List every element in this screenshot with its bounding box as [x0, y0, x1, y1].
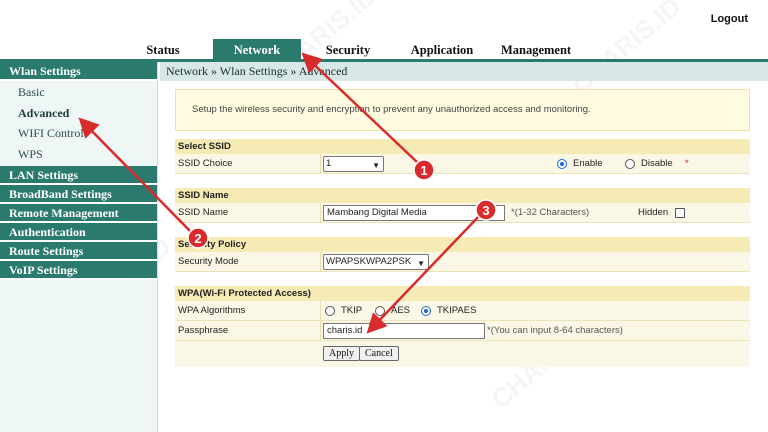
aes-radio[interactable]	[375, 306, 385, 316]
section-title: Security Policy	[175, 237, 750, 252]
enable-radio[interactable]	[557, 159, 567, 169]
disable-radio[interactable]	[625, 159, 635, 169]
sidebar-item-wps[interactable]: WPS	[0, 144, 157, 165]
passphrase-row: Passphrase charis.id *(You can input 8-6…	[175, 321, 750, 341]
security-mode-label: Security Mode	[178, 256, 239, 267]
row-divider	[320, 321, 321, 341]
sidebar-group-route-settings[interactable]: Route Settings	[0, 242, 157, 261]
wpa-algorithms-row: WPA Algorithms TKIP AES TKIPAES	[175, 301, 750, 321]
info-box: Setup the wireless security and encrypti…	[175, 89, 750, 131]
tkipaes-label: TKIPAES	[437, 305, 477, 316]
sidebar-group-voip-settings[interactable]: VoIP Settings	[0, 261, 157, 280]
passphrase-label: Passphrase	[178, 325, 229, 336]
row-divider	[320, 154, 321, 174]
wpa-section: WPA(Wi-Fi Protected Access) WPA Algorith…	[175, 286, 750, 367]
ssid-name-label: SSID Name	[178, 207, 229, 218]
security-mode-select[interactable]: WPAPSKWPA2PSK ▼	[323, 254, 429, 270]
hidden-label: Hidden	[638, 207, 669, 218]
hidden-checkbox[interactable]	[675, 208, 685, 218]
tab-network[interactable]: Network	[213, 39, 301, 59]
breadcrumb: Network » Wlan Settings » Advanced	[160, 62, 768, 81]
chevron-down-icon: ▼	[372, 161, 380, 170]
ssid-name-row: SSID Name Mambang Digital Media *(1-32 C…	[175, 203, 750, 223]
sidebar-subitems: Basic Advanced WIFI Control WPS	[0, 81, 157, 166]
aes-label: AES	[391, 305, 411, 316]
ssid-choice-value: 1	[326, 158, 332, 169]
security-mode-row: Security Mode WPAPSKWPA2PSK ▼	[175, 252, 750, 272]
chevron-down-icon: ▼	[417, 259, 425, 268]
tab-status[interactable]: Status	[132, 39, 194, 59]
button-row: Apply Cancel	[175, 341, 750, 367]
ssid-name-hint: *(1-32 Characters)	[511, 207, 590, 218]
ssid-choice-row: SSID Choice 1 ▼ Enable Disable *	[175, 154, 750, 174]
sidebar-group-authentication[interactable]: Authentication	[0, 223, 157, 242]
passphrase-input[interactable]: charis.id	[323, 323, 485, 339]
tkip-label: TKIP	[341, 305, 363, 316]
sidebar-group-remote-management[interactable]: Remote Management	[0, 204, 157, 223]
section-title: SSID Name	[175, 188, 750, 203]
disable-label: Disable	[641, 158, 673, 169]
ssid-name-section: SSID Name SSID Name Mambang Digital Medi…	[175, 188, 750, 223]
tkip-radio[interactable]	[325, 306, 335, 316]
logout-link[interactable]: Logout	[711, 13, 748, 25]
top-navigation: Status Network Security Application Mana…	[0, 39, 768, 59]
tkipaes-radio[interactable]	[421, 306, 431, 316]
select-ssid-section: Select SSID SSID Choice 1 ▼ Enable Disab…	[175, 139, 750, 174]
sidebar-item-wifi-control[interactable]: WIFI Control	[0, 123, 157, 144]
wpa-algorithms-label: WPA Algorithms	[178, 305, 246, 316]
apply-button[interactable]: Apply	[323, 346, 360, 361]
tab-application[interactable]: Application	[402, 39, 482, 59]
security-policy-section: Security Policy Security Mode WPAPSKWPA2…	[175, 237, 750, 272]
cancel-button[interactable]: Cancel	[359, 346, 399, 361]
sidebar-item-basic[interactable]: Basic	[0, 82, 157, 103]
sidebar-item-advanced[interactable]: Advanced	[0, 103, 157, 124]
security-mode-value: WPAPSKWPA2PSK	[326, 256, 412, 267]
sidebar-group-wlan-settings[interactable]: Wlan Settings	[0, 62, 157, 81]
sidebar: Wlan Settings Basic Advanced WIFI Contro…	[0, 62, 158, 432]
row-divider	[320, 252, 321, 272]
tab-management[interactable]: Management	[494, 39, 578, 59]
tab-security[interactable]: Security	[315, 39, 381, 59]
section-title: WPA(Wi-Fi Protected Access)	[175, 286, 750, 301]
ssid-name-input[interactable]: Mambang Digital Media	[323, 205, 505, 221]
row-divider	[320, 203, 321, 223]
section-title: Select SSID	[175, 139, 750, 154]
ssid-choice-label: SSID Choice	[178, 158, 233, 169]
row-divider	[320, 301, 321, 321]
ssid-choice-select[interactable]: 1 ▼	[323, 156, 384, 172]
sidebar-group-broadband-settings[interactable]: BroadBand Settings	[0, 185, 157, 204]
passphrase-hint: *(You can input 8-64 characters)	[487, 325, 623, 336]
required-mark: *	[685, 158, 689, 169]
sidebar-group-lan-settings[interactable]: LAN Settings	[0, 166, 157, 185]
enable-label: Enable	[573, 158, 603, 169]
